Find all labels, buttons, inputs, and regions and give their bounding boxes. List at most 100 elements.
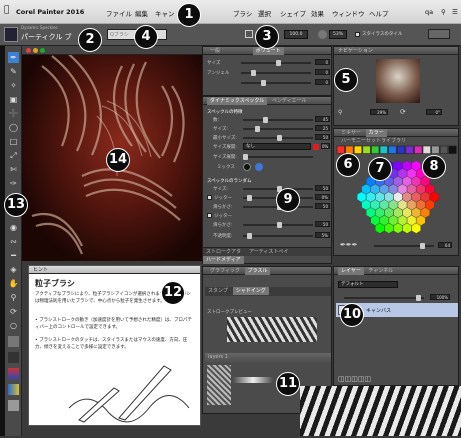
layer-opacity-value[interactable]: 100% [430, 294, 450, 300]
menu-file[interactable]: ファイル [106, 8, 132, 18]
opacity-jitter-slider[interactable] [243, 233, 313, 239]
menu-shape[interactable]: シェイプ [280, 8, 306, 18]
layer-adjuster-icon[interactable]: ➕ [8, 108, 19, 119]
general-row1-slider[interactable] [241, 60, 311, 66]
pattern-selector-icon[interactable] [8, 400, 19, 411]
tips-tab-label[interactable]: ヒント [33, 267, 48, 273]
random-size-value[interactable]: 50 [315, 185, 330, 191]
tab-brush[interactable]: ブラスル [244, 267, 271, 275]
media-selector-icon[interactable] [8, 352, 19, 363]
pen-curve-icon[interactable]: ∾ [8, 236, 19, 247]
menu-edit[interactable]: 編集 [135, 8, 148, 18]
color-swatch[interactable] [353, 145, 363, 154]
size-field[interactable]: 100.0 [284, 30, 308, 39]
lasso-tool-icon[interactable]: ◯ [8, 122, 19, 133]
brush-tool-icon[interactable]: ✒ [8, 52, 19, 63]
user-label[interactable]: qa [425, 8, 433, 16]
menu-effects[interactable]: 効果 [311, 8, 324, 18]
tab-pen-dial[interactable]: ペンディエール [269, 97, 310, 105]
smooth2-slider[interactable] [243, 222, 313, 228]
brush-category[interactable]: Dynamic Speckles [21, 25, 58, 30]
main-color-swatch[interactable] [8, 368, 19, 379]
jitter-value[interactable]: 0% [315, 194, 330, 200]
rotate-icon[interactable]: ⟳ [400, 108, 406, 116]
color-swatch-blue[interactable] [255, 163, 263, 171]
color-swatch[interactable] [431, 145, 440, 154]
opacity-field[interactable]: 53% [329, 30, 347, 39]
reset-button[interactable] [428, 29, 450, 39]
color-swatch[interactable] [379, 145, 388, 154]
tab-dynamic-speckles[interactable]: ダイナミックスペックル [207, 97, 268, 105]
spotlight-icon[interactable]: ⚲ [441, 8, 446, 16]
paint-bucket-icon[interactable]: ◉ [8, 222, 19, 233]
stroke-tool-icon[interactable]: ━ [8, 250, 19, 261]
apple-icon[interactable]:  [4, 5, 9, 15]
random-size-slider[interactable] [243, 186, 313, 192]
color-swatch[interactable] [371, 145, 380, 154]
dropper-tool-icon[interactable]: ✎ [8, 66, 19, 77]
layer-name[interactable]: キャンバス [366, 307, 391, 314]
size-expansion-dropdown[interactable]: なし [243, 143, 311, 150]
grabber-tool-icon[interactable]: ✋ [8, 278, 19, 289]
color-swatch[interactable] [336, 145, 345, 154]
smooth-value[interactable]: 50 [315, 203, 330, 209]
rotate-page-icon[interactable]: ⟳ [8, 306, 19, 317]
color-wheel-small-icon[interactable] [8, 336, 19, 347]
row-minsize-slider[interactable] [243, 135, 313, 141]
eraser-tool-icon[interactable]: ▣ [8, 94, 19, 105]
color-swatch[interactable] [414, 145, 423, 154]
app-name[interactable]: Corel Painter 2016 [16, 8, 84, 16]
tab-channels[interactable]: チャンネル [365, 267, 396, 275]
tab-general[interactable]: 一般 [207, 47, 223, 55]
magnifier-tool-icon[interactable]: ⚲ [8, 292, 19, 303]
jitter2-checkbox[interactable] [207, 213, 212, 218]
zoom-window-icon[interactable] [40, 48, 45, 53]
row-minsize-value[interactable]: 50 [315, 134, 330, 140]
navigator-angle-field[interactable]: 0° [426, 109, 442, 115]
menu-window[interactable]: ウィンドウ [332, 8, 365, 18]
color-size-slider[interactable] [374, 243, 434, 249]
layer-actions-icon[interactable]: ◫◫◫◫◫ [338, 375, 371, 383]
brush-icon[interactable] [4, 27, 18, 42]
extra-slider[interactable] [243, 154, 313, 160]
color-swatch[interactable] [388, 145, 397, 154]
smooth2-value[interactable]: 50 [315, 221, 330, 227]
row-count-slider[interactable] [243, 117, 313, 123]
transform-tool-icon[interactable]: ⤢ [8, 150, 19, 161]
color-size-value[interactable]: 64 [438, 242, 452, 248]
tab-hard-media[interactable]: ハードメディア [203, 256, 244, 264]
general-row3-slider[interactable] [241, 80, 311, 86]
jitter-checkbox[interactable] [207, 195, 212, 200]
size-icon[interactable] [245, 30, 253, 38]
tab-stamp[interactable]: スタンプ [205, 287, 231, 295]
navigator-thumbnail[interactable] [376, 59, 420, 103]
opacity-jitter-value[interactable]: 5% [315, 232, 330, 238]
navigator-zoom-icon[interactable]: ⚲ [338, 109, 342, 116]
menu-select[interactable]: 選択 [258, 8, 271, 18]
blend-mode-dropdown[interactable]: デフォルト [338, 281, 398, 288]
brush-name[interactable]: パーティクル ブ [21, 32, 72, 42]
menu-brush[interactable]: ブラシ [233, 8, 252, 18]
menu-help[interactable]: ヘルプ [369, 8, 389, 18]
color-tools-icon[interactable]: ✒✒✒ [340, 241, 358, 249]
general-row2-value[interactable]: 0 [315, 69, 330, 75]
color-swatch[interactable] [422, 145, 431, 154]
menu-list-icon[interactable]: ☰ [452, 8, 458, 16]
row-size-value[interactable]: 25 [315, 125, 330, 131]
color-swatch[interactable] [405, 145, 414, 154]
tab-layers[interactable]: レイヤー [338, 267, 364, 275]
pen-tool-icon[interactable]: ✑ [8, 178, 19, 189]
color-swatch[interactable] [362, 145, 371, 154]
tab-stroke-attrs[interactable]: ストロークアタ [203, 248, 244, 256]
tab-graphic[interactable]: グラフィック [207, 267, 243, 275]
row-minsize2-value[interactable]: 0% [321, 143, 330, 149]
paper-selector-icon[interactable] [8, 384, 19, 395]
row-size-slider[interactable] [243, 126, 313, 132]
menu-canvas[interactable]: キャン [155, 8, 175, 18]
rectangle-select-icon[interactable]: □ [8, 136, 19, 147]
blender-tool-icon[interactable]: ✧ [8, 80, 19, 91]
color-swatch[interactable] [448, 145, 457, 154]
tab-shading[interactable]: シャドイング [232, 287, 269, 295]
texture-thumb[interactable] [207, 365, 231, 405]
general-row2-slider[interactable] [241, 70, 311, 76]
